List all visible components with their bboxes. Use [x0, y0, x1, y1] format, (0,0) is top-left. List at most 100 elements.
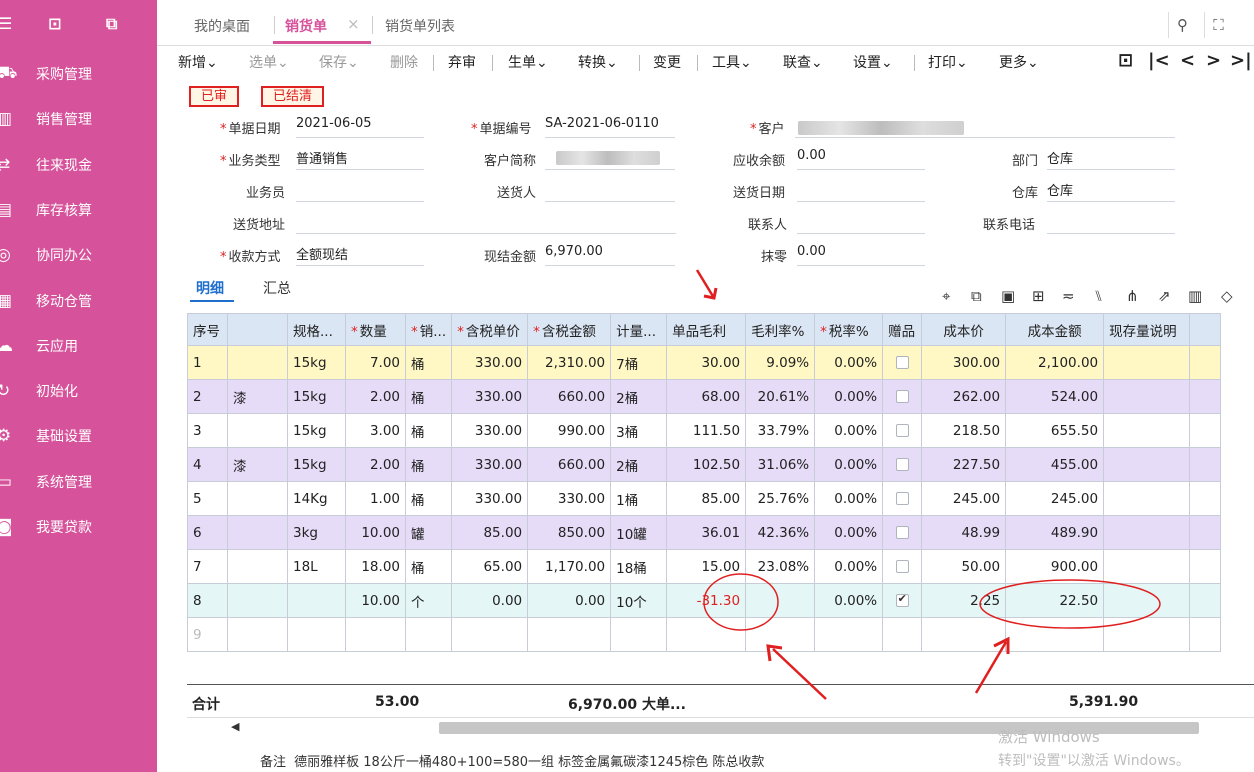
tag-icon[interactable]: ◇: [1221, 287, 1233, 305]
col-header-gift[interactable]: 赠品: [882, 313, 923, 346]
columns-icon[interactable]: ▥: [1188, 287, 1202, 305]
tab-sales-order-list[interactable]: 销货单列表: [385, 16, 455, 36]
grid-cell-amount[interactable]: [527, 617, 612, 652]
copy-icon[interactable]: ⧉: [971, 287, 982, 305]
grid-cell-amount[interactable]: 990.00: [527, 413, 612, 448]
grid-cell-name[interactable]: [227, 549, 288, 584]
grid-cell-index[interactable]: 6: [187, 515, 228, 550]
grid-cell-cost[interactable]: 245.00: [921, 481, 1007, 516]
grid-cell-index[interactable]: 7: [187, 549, 228, 584]
grid-cell-profit[interactable]: 15.00: [666, 549, 747, 584]
grid-cell-margin[interactable]: 31.06%: [745, 447, 816, 482]
grid-cell-cost-amount[interactable]: 524.00: [1005, 379, 1105, 414]
grid-cell-cost[interactable]: 300.00: [921, 345, 1007, 380]
col-header-index[interactable]: 序号: [187, 313, 228, 346]
sidebar-item[interactable]: ◎ 协同办公: [0, 237, 157, 273]
gift-checkbox[interactable]: [895, 560, 909, 573]
grid-cell-profit[interactable]: 85.00: [666, 481, 747, 516]
change-button[interactable]: 变更: [653, 52, 681, 72]
tab-summary[interactable]: 汇总: [263, 278, 291, 298]
col-header-price[interactable]: * 含税单价: [451, 313, 529, 346]
convert-button[interactable]: 转换⌄: [578, 52, 618, 72]
grid-cell-qty[interactable]: 1.00: [345, 481, 406, 516]
grid-cell-tax[interactable]: 0.00%: [814, 379, 884, 414]
col-header-amount[interactable]: * 含税金额: [527, 313, 612, 346]
biz-type-field[interactable]: 普通销售: [296, 146, 424, 170]
grid-cell-margin[interactable]: [745, 583, 816, 618]
grid-cell-stock-note[interactable]: [1103, 481, 1191, 516]
table-row[interactable]: 810.00个0.000.0010个-31.300.00%2.2522.50: [187, 583, 1222, 618]
table-row[interactable]: 2 漆 15kg 2.00 桶 330.00 660.00 2桶 68.00 20.61% 0.00…: [187, 379, 1222, 414]
more-button[interactable]: 更多⌄: [999, 52, 1039, 72]
grid-cell-amount[interactable]: 330.00: [527, 481, 612, 516]
col-header-tax[interactable]: * 税率%: [814, 313, 884, 346]
grid-cell-spec[interactable]: 15kg: [287, 379, 346, 414]
grid-cell-measure[interactable]: 7桶: [610, 345, 668, 380]
grid-cell-cost-amount[interactable]: 900.00: [1005, 549, 1105, 584]
grid-cell-cost-amount[interactable]: 489.90: [1005, 515, 1105, 550]
tab-sales-order[interactable]: 销货单: [285, 16, 327, 36]
grid-cell-unit[interactable]: 桶: [404, 345, 453, 380]
grid-cell-margin[interactable]: 25.76%: [745, 481, 816, 516]
split-icon[interactable]: ⑊: [1094, 287, 1103, 305]
grid-cell-tax[interactable]: 0.00%: [814, 515, 884, 550]
grid-cell-profit[interactable]: [666, 617, 747, 652]
grid-cell-index[interactable]: 4: [187, 447, 228, 482]
grid-cell-name[interactable]: [227, 413, 288, 448]
payment-field[interactable]: 全额现结: [296, 242, 424, 266]
gift-checkbox[interactable]: [895, 492, 909, 505]
grid-cell-tax[interactable]: [814, 617, 884, 652]
generate-button[interactable]: 生单⌄: [508, 52, 548, 72]
grid-cell-cost-amount[interactable]: [1005, 617, 1105, 652]
grid-cell-price[interactable]: 330.00: [451, 481, 529, 516]
grid-cell-measure[interactable]: 1桶: [610, 481, 668, 516]
col-header-profit[interactable]: 单品毛利: [666, 313, 747, 346]
tab-desktop[interactable]: 我的桌面: [194, 16, 250, 36]
col-header-unit[interactable]: * 销...: [404, 313, 453, 346]
grid-cell-price[interactable]: 0.00: [451, 583, 529, 618]
grid-cell-cost[interactable]: 50.00: [921, 549, 1007, 584]
grid-cell-spec[interactable]: 15kg: [287, 447, 346, 482]
grid-cell-spec[interactable]: 14Kg: [287, 481, 346, 516]
table-row[interactable]: 4 漆 15kg 2.00 桶 330.00 660.00 2桶 102.50 31.06% 0.0…: [187, 447, 1222, 482]
dept-field[interactable]: 仓库: [1047, 146, 1175, 170]
contact-field[interactable]: [797, 210, 925, 234]
grid-cell-measure[interactable]: 10个: [610, 583, 668, 618]
grid-cell-name[interactable]: 漆: [227, 379, 288, 414]
address-field[interactable]: [296, 210, 676, 234]
grid-cell-margin[interactable]: 23.08%: [745, 549, 816, 584]
grid-cell-stock-note[interactable]: [1103, 413, 1191, 448]
grid-cell-tax[interactable]: 0.00%: [814, 549, 884, 584]
grid-cell-name[interactable]: [227, 515, 288, 550]
grid-cell-spec[interactable]: [287, 617, 346, 652]
grid-cell-name[interactable]: [227, 481, 288, 516]
gift-checkbox[interactable]: [895, 526, 909, 539]
grid-cell-qty[interactable]: 10.00: [345, 515, 406, 550]
grid-cell-amount[interactable]: 660.00: [527, 447, 612, 482]
inspect-icon[interactable]: ⊡: [48, 14, 61, 33]
grid-cell-cost[interactable]: 262.00: [921, 379, 1007, 414]
grid-cell-gift[interactable]: [882, 515, 923, 550]
tab-detail[interactable]: 明细: [196, 278, 224, 298]
grid-cell-margin[interactable]: [745, 617, 816, 652]
gift-checkbox[interactable]: [895, 356, 909, 369]
grid-cell-gift[interactable]: [882, 549, 923, 584]
grid-cell-index[interactable]: 2: [187, 379, 228, 414]
nav-first-button[interactable]: |<: [1148, 50, 1170, 71]
table-row[interactable]: 1 15kg 7.00 桶 330.00 2,310.00 7桶 30.00 9.09% 0.00…: [187, 345, 1222, 380]
grid-cell-price[interactable]: 330.00: [451, 379, 529, 414]
col-header-measure[interactable]: 计量...: [610, 313, 668, 346]
grid-cell-profit[interactable]: 36.01: [666, 515, 747, 550]
export-icon[interactable]: ⧉: [106, 14, 117, 34]
grid-cell-profit[interactable]: 68.00: [666, 379, 747, 414]
inspect-icon[interactable]: ⊡: [1118, 50, 1133, 71]
deliverer-field[interactable]: [545, 178, 675, 202]
grid-cell-cost-amount[interactable]: 455.00: [1005, 447, 1105, 482]
grid-cell-profit[interactable]: 30.00: [666, 345, 747, 380]
nav-prev-button[interactable]: <: [1180, 50, 1195, 71]
grid-cell-unit[interactable]: 桶: [404, 413, 453, 448]
paste-icon[interactable]: ▣: [1001, 287, 1015, 305]
grid-cell-profit[interactable]: 111.50: [666, 413, 747, 448]
doc-date-field[interactable]: 2021-06-05: [296, 114, 424, 138]
tab-close-icon[interactable]: ×: [347, 15, 360, 33]
